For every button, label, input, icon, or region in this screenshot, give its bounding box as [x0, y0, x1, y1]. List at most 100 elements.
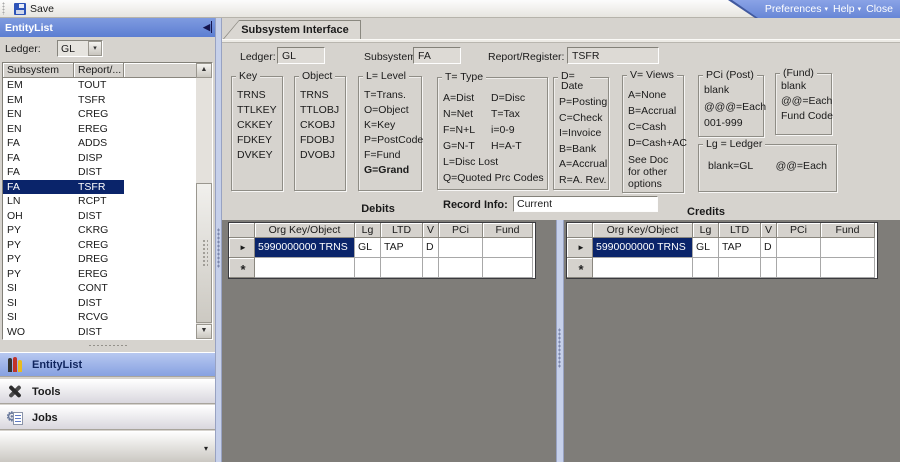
- main-report-label: Report/Register:: [488, 51, 564, 63]
- grid-cell[interactable]: [439, 258, 483, 278]
- list-item[interactable]: PYEREG: [3, 267, 212, 282]
- group-title: V= Views: [627, 69, 677, 81]
- list-item[interactable]: PYCREG: [3, 238, 212, 253]
- grid-cell[interactable]: [761, 258, 777, 278]
- column-header-report[interactable]: Report/...: [74, 63, 124, 78]
- row-selector-header[interactable]: [229, 223, 255, 238]
- grid-cell[interactable]: [593, 258, 693, 278]
- group-item: @@=Each: [776, 160, 827, 172]
- grid-column-header[interactable]: PCi: [777, 223, 821, 238]
- list-cell: OH: [3, 209, 74, 224]
- group-item: TRNS: [300, 88, 345, 103]
- grid-column-header[interactable]: V: [423, 223, 439, 238]
- grid-cell[interactable]: [439, 238, 483, 258]
- save-button[interactable]: Save: [10, 1, 58, 16]
- list-item[interactable]: SICONT: [3, 281, 212, 296]
- titlebar-corner: Preferences ▾ Help ▾ Close: [732, 0, 900, 18]
- dropdown-arrow-icon[interactable]: ▾: [88, 41, 102, 56]
- row-selector-header[interactable]: [567, 223, 593, 238]
- main-subsystem-field[interactable]: FA: [413, 47, 461, 64]
- scrollbar-thumb[interactable]: [196, 183, 212, 323]
- sidebar-item-entitylist[interactable]: EntityList: [0, 352, 215, 377]
- list-item[interactable]: PYCKRG: [3, 223, 212, 238]
- close-button[interactable]: Close: [866, 3, 893, 15]
- toolbar-grip[interactable]: [2, 2, 5, 15]
- panel-resize-handle[interactable]: [0, 340, 215, 351]
- grid-splitter[interactable]: [556, 220, 564, 462]
- main-report-field[interactable]: TSFR: [567, 47, 659, 64]
- grid-column-header[interactable]: Fund: [821, 223, 875, 238]
- current-row-marker-icon[interactable]: ►: [229, 238, 255, 258]
- sidebar-header: EntityList ◀: [0, 18, 215, 37]
- grid-cell[interactable]: [255, 258, 355, 278]
- grid-new-row[interactable]: *: [567, 258, 877, 278]
- new-row-marker-icon[interactable]: *: [229, 258, 255, 278]
- tab-subsystem-interface[interactable]: Subsystem Interface: [223, 20, 361, 39]
- list-item[interactable]: ENCREG: [3, 107, 212, 122]
- grid-cell[interactable]: 5990000000 TRNS: [255, 238, 355, 258]
- preferences-menu[interactable]: Preferences ▾: [765, 3, 828, 15]
- grid-cell[interactable]: [821, 238, 875, 258]
- grid-column-header[interactable]: Org Key/Object: [593, 223, 693, 238]
- list-item[interactable]: EMTSFR: [3, 93, 212, 108]
- current-row-marker-icon[interactable]: ►: [567, 238, 593, 258]
- list-item[interactable]: SIRCVG: [3, 310, 212, 325]
- list-item[interactable]: LNRCPT: [3, 194, 212, 209]
- grid-column-header[interactable]: V: [761, 223, 777, 238]
- panel-splitter[interactable]: [215, 18, 222, 462]
- grid-cell[interactable]: [381, 258, 423, 278]
- grid-cell[interactable]: GL: [693, 238, 719, 258]
- list-item[interactable]: EMTOUT: [3, 78, 212, 93]
- grid-column-header[interactable]: Lg: [355, 223, 381, 238]
- list-item[interactable]: OHDIST: [3, 209, 212, 224]
- sidebar-item-jobs[interactable]: ⚙ Jobs: [0, 405, 215, 430]
- list-item[interactable]: FAADDS: [3, 136, 212, 151]
- new-row-marker-icon[interactable]: *: [567, 258, 593, 278]
- list-scrollbar[interactable]: ▲ ▼: [196, 63, 212, 339]
- list-item[interactable]: ENEREG: [3, 122, 212, 137]
- grid-cell[interactable]: [821, 258, 875, 278]
- grid-cell[interactable]: 5990000000 TRNS: [593, 238, 693, 258]
- grid-cell[interactable]: D: [761, 238, 777, 258]
- grid-cell[interactable]: [483, 238, 533, 258]
- scroll-up-icon[interactable]: ▲: [196, 63, 212, 78]
- group-item: blank=GL: [708, 160, 753, 172]
- grid-column-header[interactable]: LTD: [719, 223, 761, 238]
- grid-cell[interactable]: GL: [355, 238, 381, 258]
- grid-column-header[interactable]: PCi: [439, 223, 483, 238]
- grid-cell[interactable]: [777, 238, 821, 258]
- grid-column-header[interactable]: Fund: [483, 223, 533, 238]
- grid-cell[interactable]: [693, 258, 719, 278]
- debits-label: Debits: [348, 203, 408, 215]
- group-item: i=0-9: [491, 122, 547, 138]
- grid-cell[interactable]: [483, 258, 533, 278]
- list-item[interactable]: FATSFR: [3, 180, 212, 195]
- grid-cell[interactable]: [355, 258, 381, 278]
- grid-cell[interactable]: [777, 258, 821, 278]
- collapse-panel-icon[interactable]: ◀: [203, 21, 212, 33]
- list-cell: SI: [3, 281, 74, 296]
- main-ledger-field[interactable]: GL: [277, 47, 325, 64]
- list-item[interactable]: PYDREG: [3, 252, 212, 267]
- list-item[interactable]: WODIST: [3, 325, 212, 340]
- ledger-combobox[interactable]: GL ▾: [57, 40, 103, 57]
- grid-column-header[interactable]: Lg: [693, 223, 719, 238]
- overflow-arrow-icon[interactable]: ▾: [204, 444, 208, 453]
- list-item[interactable]: FADIST: [3, 165, 212, 180]
- grid-cell[interactable]: [719, 258, 761, 278]
- grid-cell[interactable]: [423, 258, 439, 278]
- record-info-field[interactable]: Current: [513, 196, 658, 212]
- grid-column-header[interactable]: Org Key/Object: [255, 223, 355, 238]
- grid-cell[interactable]: TAP: [381, 238, 423, 258]
- column-header-subsystem[interactable]: Subsystem: [3, 63, 74, 78]
- group-item: B=Bank: [559, 142, 608, 158]
- sidebar-item-tools[interactable]: Tools: [0, 379, 215, 404]
- list-item[interactable]: SIDIST: [3, 296, 212, 311]
- grid-cell[interactable]: D: [423, 238, 439, 258]
- help-menu[interactable]: Help ▾: [833, 3, 861, 15]
- list-item[interactable]: FADISP: [3, 151, 212, 166]
- grid-cell[interactable]: TAP: [719, 238, 761, 258]
- grid-column-header[interactable]: LTD: [381, 223, 423, 238]
- scroll-down-icon[interactable]: ▼: [196, 324, 212, 339]
- grid-new-row[interactable]: *: [229, 258, 535, 278]
